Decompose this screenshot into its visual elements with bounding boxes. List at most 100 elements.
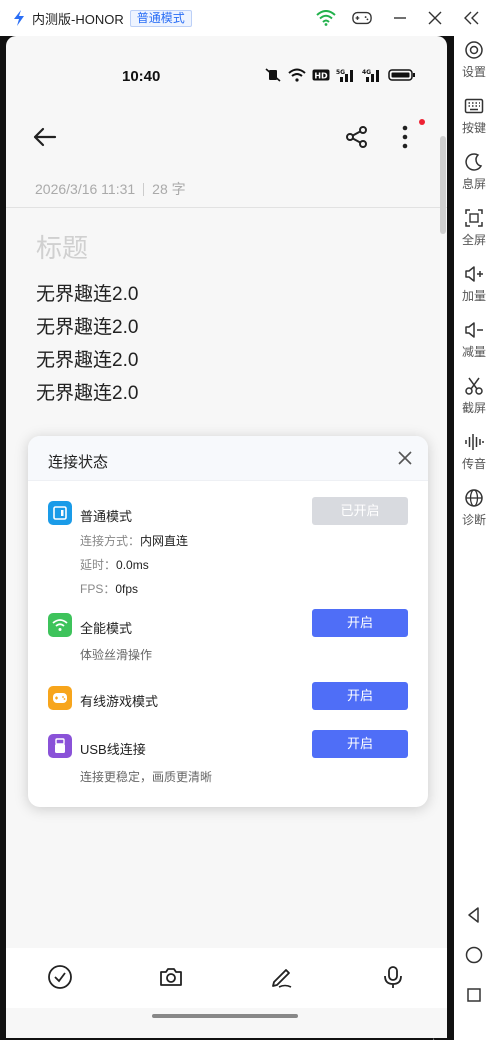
connection-method: 连接方式：内网直连: [80, 532, 188, 549]
wifi-mode-icon: [48, 613, 72, 637]
dialog-title: 连接状态: [48, 454, 109, 471]
more-vertical-icon[interactable]: [400, 124, 410, 150]
note-line: 无界趣连2.0: [36, 284, 139, 305]
sidebar-item-screenshot[interactable]: 截屏: [454, 376, 494, 416]
share-icon[interactable]: [344, 124, 370, 150]
dialog-header: 连接状态: [28, 436, 428, 481]
nav-back-icon[interactable]: [464, 905, 484, 925]
scrollbar-thumb[interactable]: [440, 136, 446, 234]
phone-screen[interactable]: 10:40 HD 5G 4G 2026/3/16 11:31 28 字 标题 无…: [6, 36, 447, 1038]
globe-icon: [465, 489, 483, 507]
detail-label: 连接方式：: [80, 534, 141, 548]
screen-mirror-icon: [48, 501, 72, 525]
close-icon[interactable]: [425, 8, 445, 28]
moon-icon: [465, 153, 483, 171]
volume-up-icon: [465, 266, 483, 282]
mode-subtitle: 连接更稳定，画质更清晰: [80, 770, 213, 784]
settings-gear-icon: [465, 41, 483, 59]
fullscreen-icon: [465, 209, 483, 227]
microphone-icon[interactable]: [380, 964, 406, 990]
enable-mode-button[interactable]: 开启: [312, 730, 408, 758]
note-body[interactable]: 无界趣连2.0 无界趣连2.0 无界趣连2.0 无界趣连2.0: [36, 282, 138, 414]
enable-mode-button[interactable]: 开启: [312, 609, 408, 637]
sidebar-item-diagnose[interactable]: 诊断: [454, 488, 494, 528]
sidebar-item-screen-off[interactable]: 息屏: [454, 152, 494, 192]
note-date: 2026/3/16 11:31: [35, 181, 136, 197]
latency: 延时：0.0ms: [80, 556, 149, 573]
back-arrow-icon[interactable]: [32, 124, 58, 150]
note-line: 无界趣连2.0: [36, 383, 139, 404]
detail-value: 内网直连: [140, 534, 189, 548]
checklist-icon[interactable]: [47, 964, 73, 990]
mode-name: USB线连接: [80, 742, 146, 757]
control-sidebar: 设置 按键 息屏 全屏 加量 减量 截屏 传音 诊断: [454, 36, 494, 1040]
sidebar-label: 设置: [461, 65, 486, 79]
fps: FPS：0fps: [80, 580, 138, 597]
meta-separator: [143, 182, 145, 196]
status-icons: HD 5G 4G: [264, 68, 416, 82]
sidebar-item-volume-down[interactable]: 减量: [454, 320, 494, 360]
sidebar-label: 截屏: [461, 401, 486, 415]
svg-text:4G: 4G: [362, 69, 371, 76]
hd-icon: HD: [312, 69, 330, 81]
nav-recents-icon[interactable]: [464, 985, 484, 1005]
sidebar-item-audio[interactable]: 传音: [454, 432, 494, 472]
note-line: 无界趣连2.0: [36, 317, 139, 338]
mode-enabled-button[interactable]: 已开启: [312, 497, 408, 525]
note-title-field[interactable]: 标题: [36, 228, 88, 265]
phone-frame: 10:40 HD 5G 4G 2026/3/16 11:31 28 字 标题 无…: [0, 36, 454, 1040]
lightning-logo-icon: [14, 10, 24, 26]
sidebar-item-fullscreen[interactable]: 全屏: [454, 208, 494, 248]
wifi-icon: [288, 68, 306, 82]
mode-name: 普通模式: [80, 509, 133, 524]
note-word-count: 28 字: [152, 181, 186, 197]
connection-status-dialog: 连接状态 普通模式 已开启 连接方式：内网直连 延时：0.0ms FPS：0fp…: [28, 436, 428, 807]
watermark-icon: ✦: [422, 1032, 445, 1040]
mode-subtitle: 体验丝滑操作: [80, 648, 153, 662]
svg-text:5G: 5G: [336, 69, 345, 76]
sidebar-label: 诊断: [461, 513, 486, 527]
sidebar-item-volume-up[interactable]: 加量: [454, 264, 494, 304]
sidebar-label: 减量: [461, 345, 486, 359]
note-line: 无界趣连2.0: [36, 350, 139, 371]
note-meta: 2026/3/16 11:31 28 字: [35, 179, 186, 199]
mode-badge[interactable]: 普通模式: [129, 9, 192, 27]
sidebar-item-settings[interactable]: 设置: [454, 40, 494, 80]
wifi-status-icon[interactable]: [316, 8, 336, 28]
window-titlebar: 内测版-HONOR 普通模式: [0, 0, 494, 36]
mode-name: 有线游戏模式: [80, 694, 159, 709]
enable-mode-button[interactable]: 开启: [312, 682, 408, 710]
camera-icon[interactable]: [158, 964, 184, 990]
detail-value: 0.0ms: [116, 558, 149, 572]
dialog-close-icon[interactable]: [397, 450, 413, 466]
notification-dot: [419, 119, 425, 125]
signal-5g-icon: 5G: [336, 69, 353, 82]
gamepad-mode-icon: [48, 686, 72, 710]
mode-name: 全能模式: [80, 621, 133, 636]
detail-label: FPS：: [80, 582, 116, 596]
sidebar-item-keys[interactable]: 按键: [454, 96, 494, 136]
gamepad-icon[interactable]: [352, 8, 372, 28]
volume-down-icon: [465, 322, 483, 338]
usb-icon: [48, 734, 72, 758]
collapse-sidebar-icon[interactable]: [462, 8, 482, 28]
status-time: 10:40: [122, 68, 161, 85]
sound-wave-icon: [465, 434, 484, 450]
svg-text:HD: HD: [314, 72, 328, 81]
keyboard-icon: [464, 98, 484, 114]
detail-label: 延时：: [80, 558, 117, 572]
minimize-icon[interactable]: [390, 8, 410, 28]
note-toolbar: [6, 948, 447, 1008]
sidebar-label: 按键: [461, 121, 486, 135]
handwriting-pen-icon[interactable]: [269, 964, 295, 990]
signal-4g-icon: 4G: [362, 69, 379, 82]
home-indicator[interactable]: [152, 1014, 298, 1018]
sidebar-label: 加量: [461, 289, 486, 303]
sidebar-label: 全屏: [461, 233, 486, 247]
mute-vibrate-icon: [265, 68, 281, 82]
nav-home-icon[interactable]: [464, 945, 484, 965]
scissors-icon: [465, 377, 483, 395]
app-title: 内测版-HONOR: [32, 11, 124, 27]
detail-value: 0fps: [115, 582, 139, 596]
battery-icon: [388, 69, 415, 81]
